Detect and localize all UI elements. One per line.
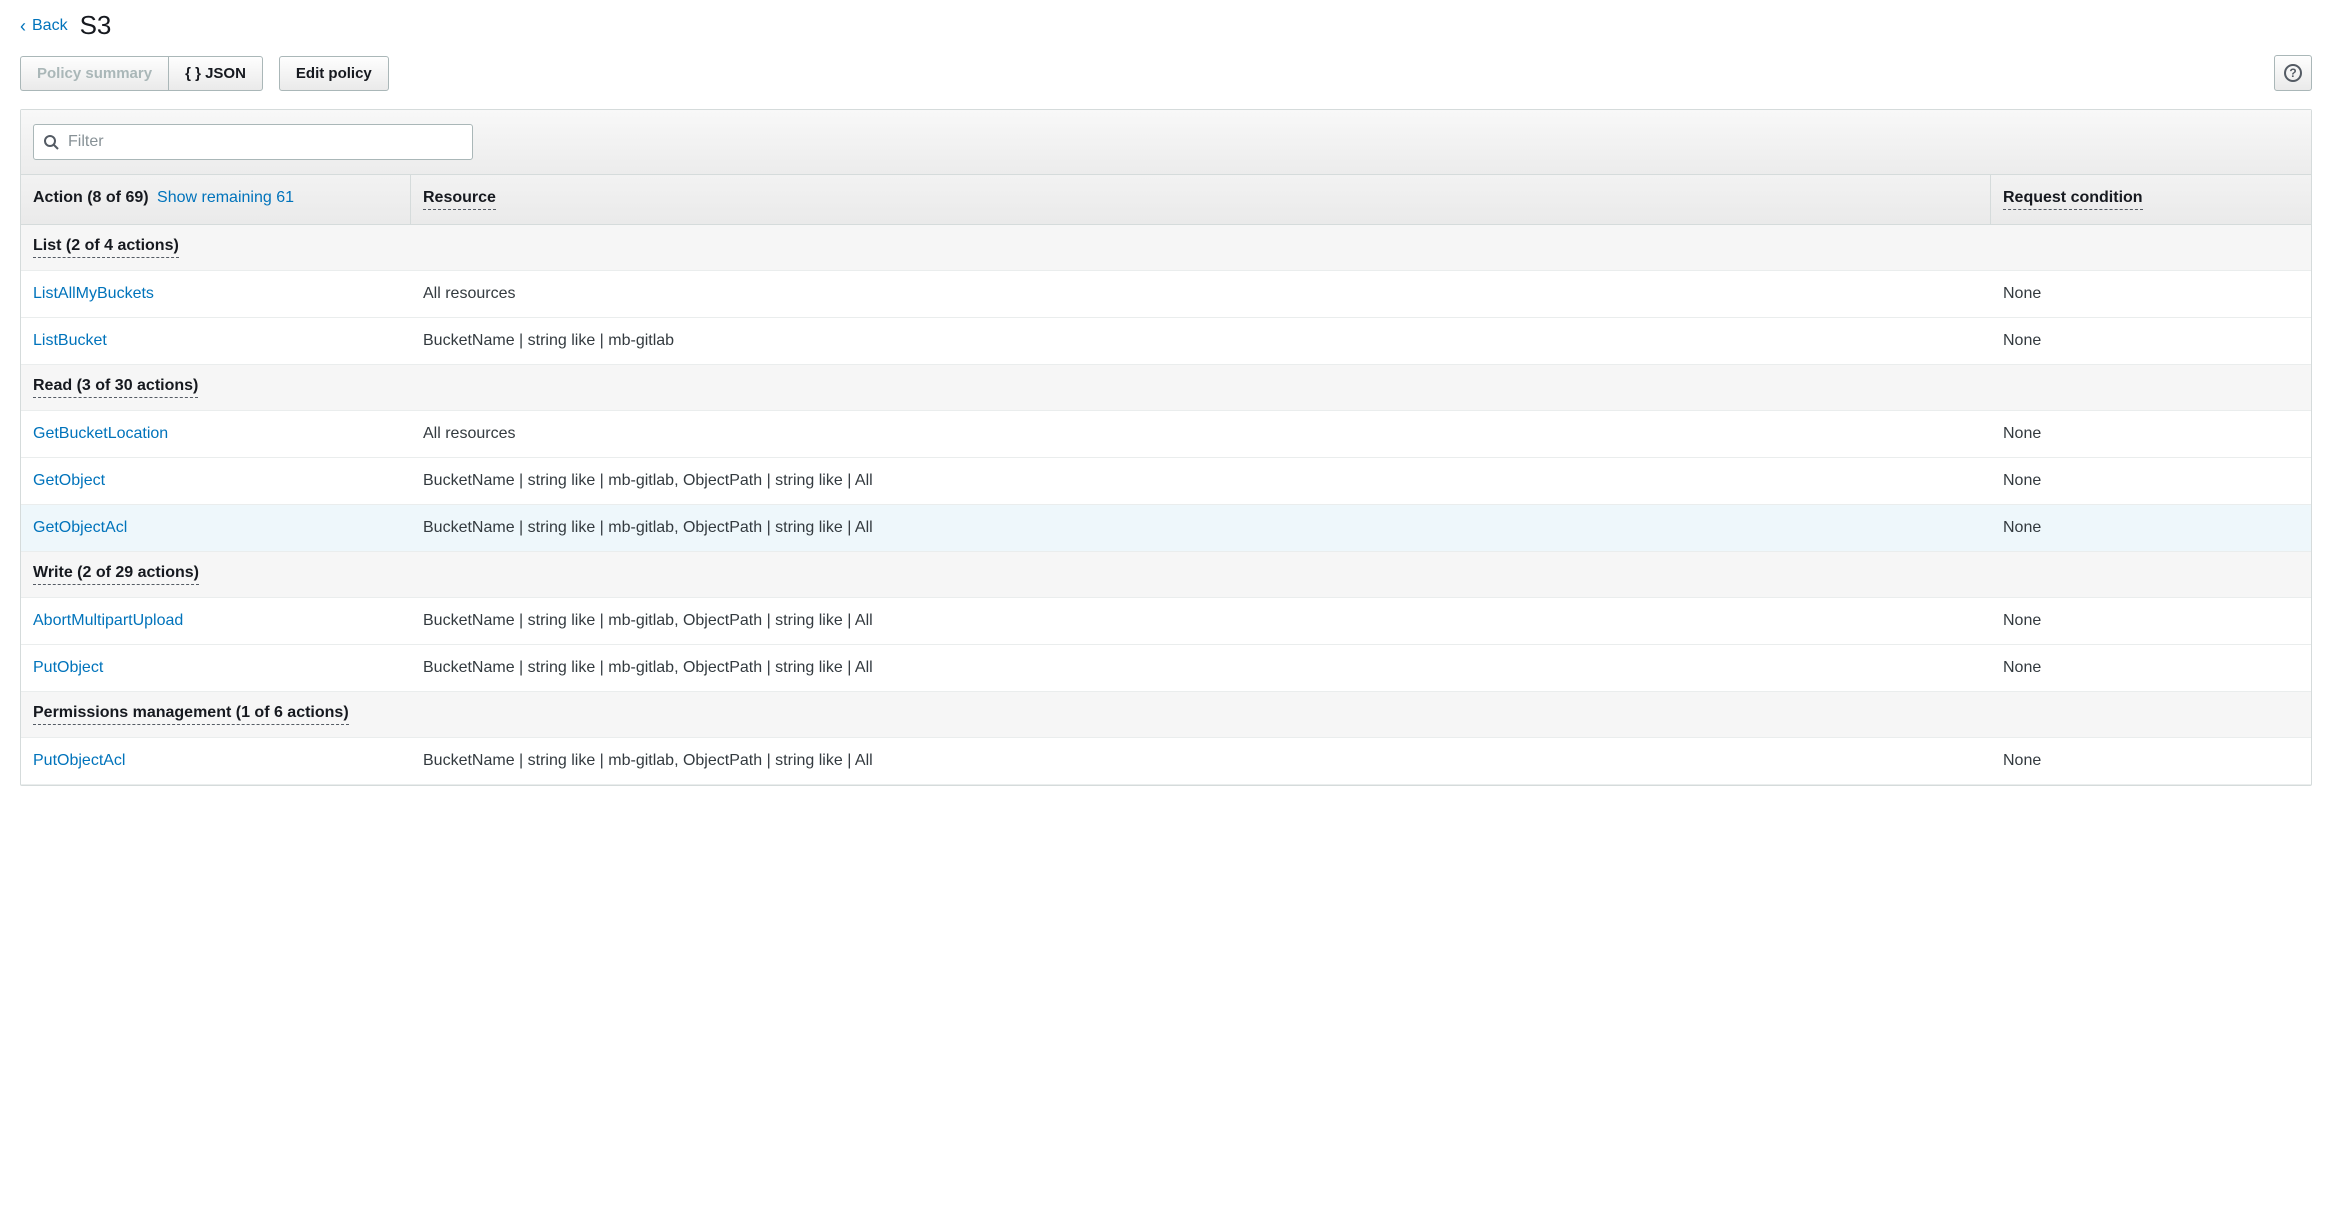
- action-cell: GetObject: [21, 458, 411, 504]
- column-headers: Action (8 of 69) Show remaining 61 Resou…: [21, 175, 2311, 225]
- resource-cell: BucketName | string like | mb-gitlab, Ob…: [411, 598, 1991, 644]
- policy-summary-button[interactable]: Policy summary: [20, 56, 168, 91]
- back-link[interactable]: ‹ Back: [20, 17, 68, 35]
- resource-cell: All resources: [411, 271, 1991, 317]
- resource-cell: BucketName | string like | mb-gitlab: [411, 318, 1991, 364]
- action-cell: AbortMultipartUpload: [21, 598, 411, 644]
- action-link[interactable]: GetObjectAcl: [33, 519, 127, 536]
- resource-text: BucketName | string like | mb-gitlab, Ob…: [423, 659, 873, 676]
- table-row: PutObject BucketName | string like | mb-g…: [21, 645, 2311, 692]
- view-toggle-group: Policy summary { } JSON: [20, 56, 263, 91]
- group-title: Write (2 of 29 actions): [33, 564, 199, 585]
- condition-cell: None: [1991, 738, 2311, 784]
- action-header-label: Action (8 of 69): [33, 189, 149, 206]
- action-link[interactable]: ListAllMyBuckets: [33, 285, 154, 302]
- search-icon: [43, 134, 59, 150]
- condition-cell: None: [1991, 505, 2311, 551]
- resource-cell: BucketName | string like | mb-gitlab, Ob…: [411, 505, 1991, 551]
- resource-header-label: Resource: [423, 189, 496, 210]
- group-title: List (2 of 4 actions): [33, 237, 179, 258]
- condition-cell: None: [1991, 645, 2311, 691]
- condition-cell: None: [1991, 598, 2311, 644]
- table-row: GetObject BucketName | string like | mb-g…: [21, 458, 2311, 505]
- action-cell: ListBucket: [21, 318, 411, 364]
- condition-header-label: Request condition: [2003, 189, 2143, 210]
- resource-text: BucketName | string like | mb-gitlab, Ob…: [423, 519, 873, 536]
- resource-text: BucketName | string like | mb-gitlab: [423, 332, 674, 349]
- filter-bar: [21, 110, 2311, 175]
- condition-cell: None: [1991, 411, 2311, 457]
- condition-text: None: [2003, 332, 2041, 349]
- action-cell: GetObjectAcl: [21, 505, 411, 551]
- action-cell: PutObjectAcl: [21, 738, 411, 784]
- condition-text: None: [2003, 425, 2041, 442]
- group-title: Permissions management (1 of 6 actions): [33, 704, 349, 725]
- group-header: Read (3 of 30 actions): [21, 365, 2311, 411]
- action-link[interactable]: AbortMultipartUpload: [33, 612, 183, 629]
- condition-text: None: [2003, 285, 2041, 302]
- json-button[interactable]: { } JSON: [168, 56, 263, 91]
- filter-input-wrap: [33, 124, 473, 160]
- condition-text: None: [2003, 472, 2041, 489]
- condition-column-header[interactable]: Request condition: [1991, 175, 2311, 224]
- action-cell: ListAllMyBuckets: [21, 271, 411, 317]
- condition-cell: None: [1991, 271, 2311, 317]
- help-button[interactable]: ?: [2274, 55, 2312, 91]
- group-header: Write (2 of 29 actions): [21, 552, 2311, 598]
- action-link[interactable]: GetBucketLocation: [33, 425, 168, 442]
- resource-text: All resources: [423, 285, 515, 302]
- group-header: List (2 of 4 actions): [21, 225, 2311, 271]
- table-row: ListAllMyBuckets All resources None: [21, 271, 2311, 318]
- resource-text: BucketName | string like | mb-gitlab, Ob…: [423, 752, 873, 769]
- condition-cell: None: [1991, 458, 2311, 504]
- filter-input[interactable]: [33, 124, 473, 160]
- chevron-left-icon: ‹: [20, 17, 26, 35]
- condition-text: None: [2003, 612, 2041, 629]
- back-label: Back: [32, 17, 68, 35]
- resource-cell: All resources: [411, 411, 1991, 457]
- action-link[interactable]: PutObjectAcl: [33, 752, 125, 769]
- action-column-header: Action (8 of 69) Show remaining 61: [21, 175, 411, 224]
- resource-column-header[interactable]: Resource: [411, 175, 1991, 224]
- header: ‹ Back S3: [20, 10, 2312, 41]
- table-row: PutObjectAcl BucketName | string like | m…: [21, 738, 2311, 785]
- action-cell: GetBucketLocation: [21, 411, 411, 457]
- group-title: Read (3 of 30 actions): [33, 377, 198, 398]
- table-body: List (2 of 4 actions) ListAllMyBuckets All…: [21, 225, 2311, 785]
- policy-table: Action (8 of 69) Show remaining 61 Resou…: [20, 109, 2312, 786]
- action-link[interactable]: ListBucket: [33, 332, 107, 349]
- resource-text: BucketName | string like | mb-gitlab, Ob…: [423, 612, 873, 629]
- condition-text: None: [2003, 752, 2041, 769]
- page-title: S3: [80, 10, 112, 41]
- toolbar: Policy summary { } JSON Edit policy ?: [20, 55, 2312, 91]
- resource-text: All resources: [423, 425, 515, 442]
- action-link[interactable]: GetObject: [33, 472, 105, 489]
- table-row: AbortMultipartUpload BucketName | string …: [21, 598, 2311, 645]
- table-row: GetBucketLocation All resources None: [21, 411, 2311, 458]
- resource-cell: BucketName | string like | mb-gitlab, Ob…: [411, 738, 1991, 784]
- toolbar-left: Policy summary { } JSON Edit policy: [20, 56, 389, 91]
- resource-cell: BucketName | string like | mb-gitlab, Ob…: [411, 645, 1991, 691]
- condition-text: None: [2003, 659, 2041, 676]
- table-row: ListBucket BucketName | string like | mb-…: [21, 318, 2311, 365]
- condition-cell: None: [1991, 318, 2311, 364]
- resource-cell: BucketName | string like | mb-gitlab, Ob…: [411, 458, 1991, 504]
- action-link[interactable]: PutObject: [33, 659, 103, 676]
- table-row: GetObjectAcl BucketName | string like | m…: [21, 505, 2311, 552]
- show-remaining-link[interactable]: Show remaining 61: [157, 189, 294, 206]
- edit-policy-button[interactable]: Edit policy: [279, 56, 389, 91]
- action-cell: PutObject: [21, 645, 411, 691]
- question-mark-icon: ?: [2284, 64, 2302, 82]
- resource-text: BucketName | string like | mb-gitlab, Ob…: [423, 472, 873, 489]
- group-header: Permissions management (1 of 6 actions): [21, 692, 2311, 738]
- condition-text: None: [2003, 519, 2041, 536]
